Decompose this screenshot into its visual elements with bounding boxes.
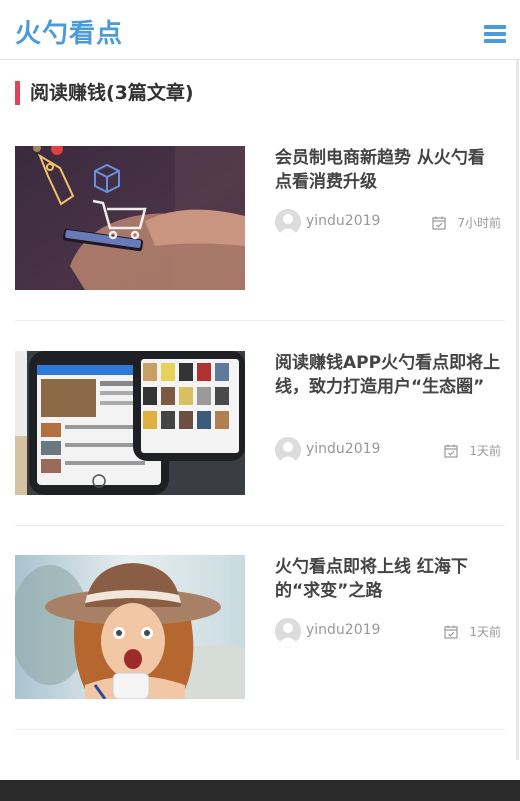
post-author[interactable]: yindu2019 <box>306 213 380 229</box>
post-title[interactable]: 会员制电商新趋势 从火勺看点看消费升级 <box>275 146 501 194</box>
list-item[interactable]: 火勺看点即将上线 红海下的“求变”之路 yindu2019 1天前 <box>15 555 505 699</box>
post-author[interactable]: yindu2019 <box>306 622 380 638</box>
section-title: 阅读赚钱(3篇文章) <box>15 81 194 105</box>
divider <box>15 525 505 526</box>
post-time-label: 7小时前 <box>457 216 501 230</box>
scrollbar[interactable] <box>516 60 519 760</box>
calendar-icon <box>443 444 458 458</box>
post-time: 7小时前 <box>431 214 501 230</box>
post-meta: yindu2019 1天前 <box>275 437 501 463</box>
site-footer <box>0 780 520 801</box>
avatar[interactable] <box>275 209 301 235</box>
post-meta: yindu2019 1天前 <box>275 618 501 644</box>
post-time: 1天前 <box>443 623 501 639</box>
hamburger-menu-icon[interactable] <box>484 25 506 43</box>
surprised-woman-hat-image[interactable] <box>15 555 245 699</box>
post-meta: yindu2019 7小时前 <box>275 209 501 235</box>
post-time-label: 1天前 <box>469 444 501 458</box>
reading-app-phones-image[interactable] <box>15 351 245 495</box>
list-item[interactable]: 阅读赚钱APP火勺看点即将上线，致力打造用户“生态圈” yindu2019 1天… <box>15 351 505 495</box>
post-title[interactable]: 火勺看点即将上线 红海下的“求变”之路 <box>275 555 501 603</box>
post-author[interactable]: yindu2019 <box>306 441 380 457</box>
divider <box>15 320 505 321</box>
site-header: 火勺看点 <box>0 0 520 60</box>
calendar-icon <box>431 216 446 230</box>
avatar[interactable] <box>275 618 301 644</box>
shopping-cart-phone-image[interactable] <box>15 146 245 290</box>
avatar[interactable] <box>275 437 301 463</box>
post-title[interactable]: 阅读赚钱APP火勺看点即将上线，致力打造用户“生态圈” <box>275 351 501 399</box>
post-time: 1天前 <box>443 442 501 458</box>
calendar-icon <box>443 625 458 639</box>
post-time-label: 1天前 <box>469 625 501 639</box>
divider <box>15 729 505 730</box>
list-item[interactable]: 会员制电商新趋势 从火勺看点看消费升级 yindu2019 7小时前 <box>15 146 505 290</box>
site-logo[interactable]: 火勺看点 <box>15 13 123 50</box>
